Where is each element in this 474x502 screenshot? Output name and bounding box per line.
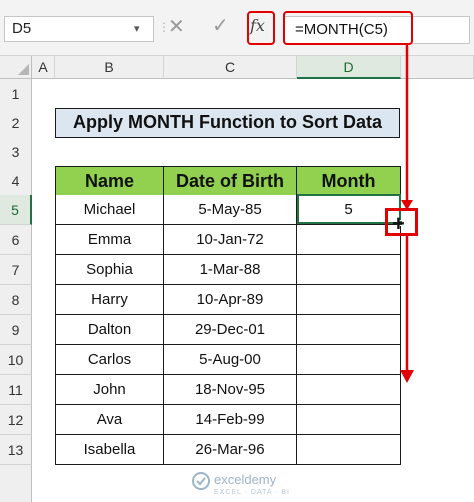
- watermark-tagline: EXCEL · DATA · BI: [214, 489, 290, 496]
- watermark: exceldemy EXCEL · DATA · BI: [190, 470, 310, 496]
- exceldemy-logo-icon: exceldemy EXCEL · DATA · BI: [192, 472, 290, 496]
- annotation-arrows: [400, 45, 414, 383]
- watermark-brand: exceldemy: [214, 472, 277, 487]
- drag-down-arrowhead-icon: [400, 370, 414, 383]
- fill-cursor-icon: +: [392, 211, 405, 236]
